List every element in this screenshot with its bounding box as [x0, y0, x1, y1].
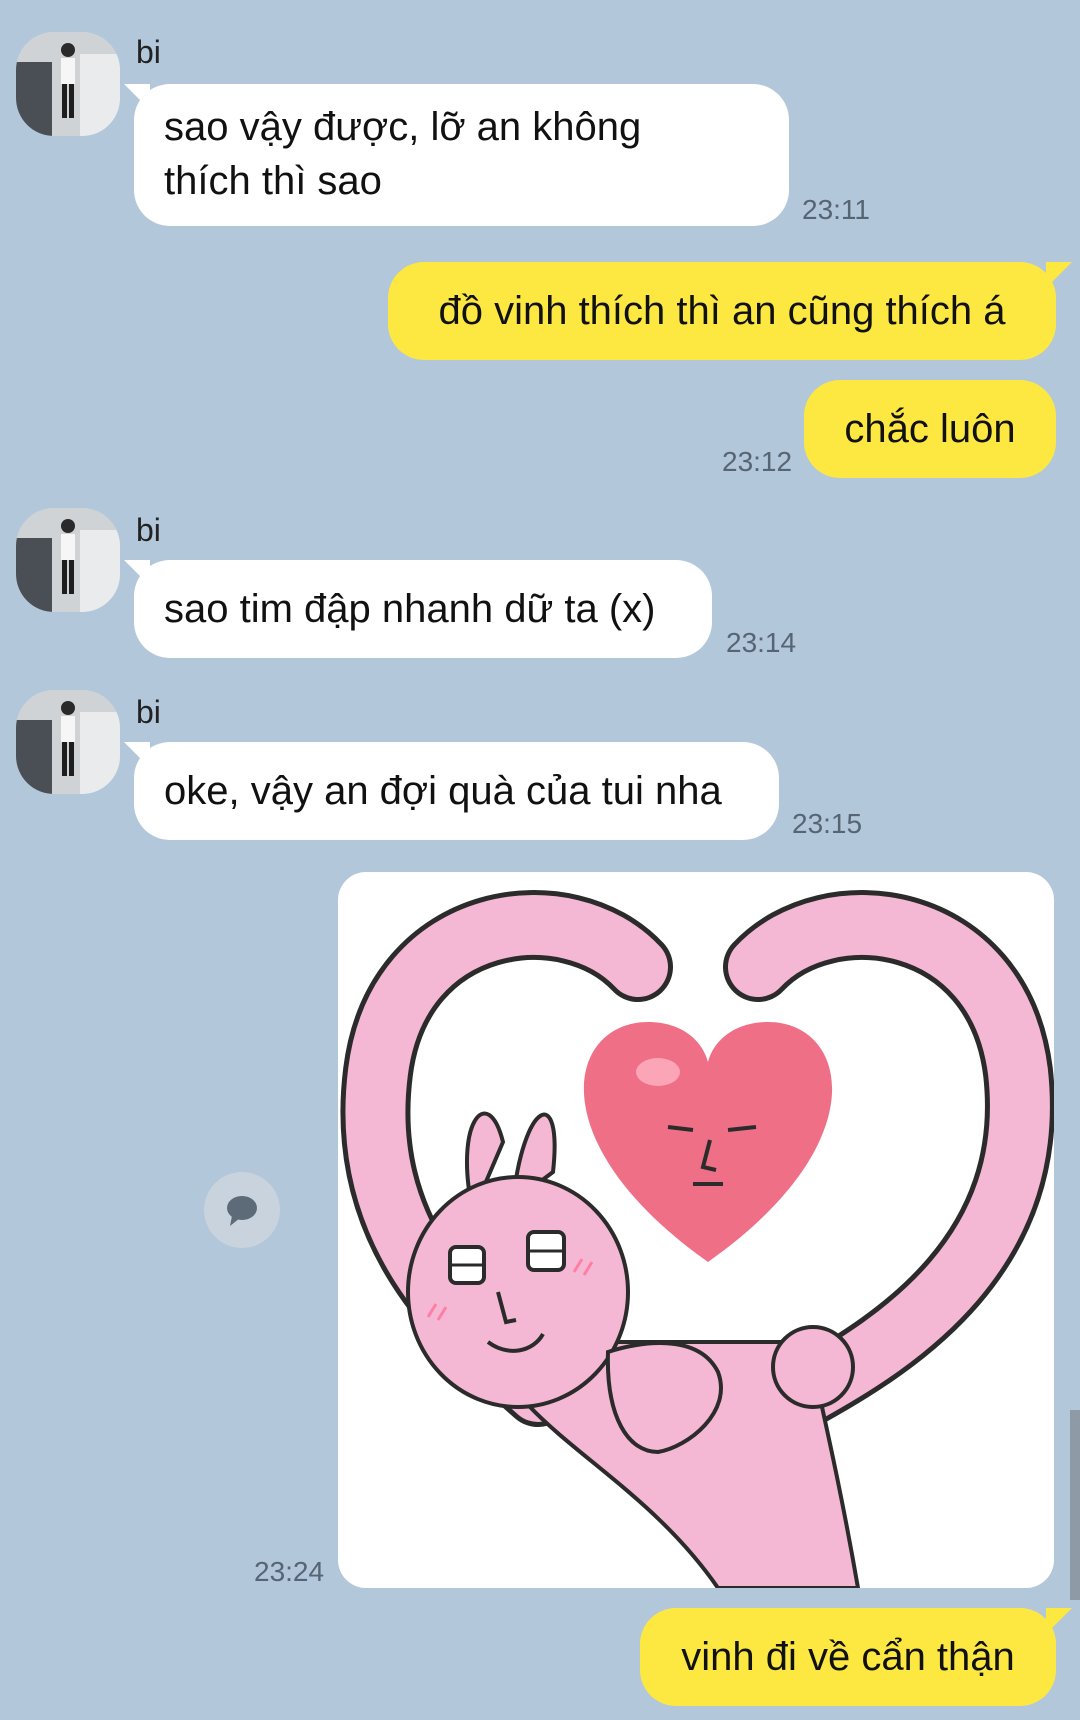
speech-bubble-icon — [227, 1196, 257, 1226]
avatar-photo — [16, 32, 120, 136]
bubble-tail — [1046, 1608, 1072, 1634]
message-bubble-incoming[interactable]: oke, vậy an đợi quà của tui nha — [134, 742, 779, 840]
avatar-photo — [16, 690, 120, 794]
reply-button[interactable] — [204, 1172, 280, 1248]
message-time: 23:15 — [792, 808, 863, 839]
message-text: đồ vinh thích thì an cũng thích á — [438, 289, 1006, 333]
message-text: sao tim đập nhanh dữ ta (x) — [164, 587, 656, 631]
message-text: vinh đi về cẩn thận — [681, 1635, 1015, 1679]
message-bubble-incoming[interactable]: sao vậy được, lỡ an không thích thì sao — [134, 84, 789, 226]
message-text: chắc luôn — [844, 407, 1016, 451]
avatar[interactable] — [16, 508, 120, 612]
avatar[interactable] — [16, 690, 120, 794]
scrollbar[interactable] — [1070, 1410, 1080, 1600]
message-time: 23:11 — [802, 194, 870, 225]
message-bubble-outgoing[interactable]: vinh đi về cẩn thận — [640, 1608, 1056, 1706]
sender-name: bi — [136, 694, 161, 730]
message-time: 23:12 — [722, 446, 793, 477]
message-time: 23:14 — [726, 627, 797, 658]
avatar[interactable] — [16, 32, 120, 136]
message-text: thích thì sao — [164, 159, 382, 203]
message-text: oke, vậy an đợi quà của tui nha — [164, 769, 722, 813]
message-text: sao vậy được, lỡ an không — [164, 105, 642, 149]
sender-name: bi — [136, 34, 161, 70]
message-bubble-outgoing[interactable]: chắc luôn — [804, 380, 1056, 478]
message-bubble-incoming[interactable]: sao tim đập nhanh dữ ta (x) — [134, 560, 712, 658]
sender-name: bi — [136, 512, 161, 548]
pink-bunny-heart-sticker — [340, 890, 1054, 1588]
message-bubble-outgoing[interactable]: đồ vinh thích thì an cũng thích á — [388, 262, 1056, 360]
avatar-photo — [16, 508, 120, 612]
message-time: 23:24 — [254, 1556, 325, 1587]
sticker-message[interactable] — [338, 872, 1054, 1588]
